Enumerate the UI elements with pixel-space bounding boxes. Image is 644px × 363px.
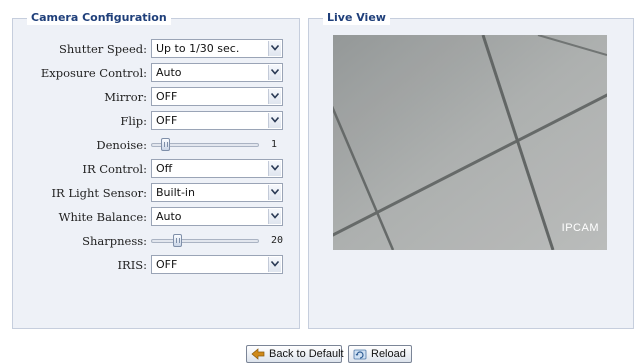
white-balance-label: White Balance: <box>58 210 147 224</box>
ir-control-row: IR Control: Off <box>13 159 299 179</box>
white-balance-row: White Balance: Auto <box>13 207 299 227</box>
exposure-select[interactable]: Auto <box>151 63 283 82</box>
live-video-feed: IPCAM <box>333 35 607 250</box>
mirror-selected-value: OFF <box>156 90 178 103</box>
ir-sensor-row: IR Light Sensor: Built-in <box>13 183 299 203</box>
chevron-down-icon[interactable] <box>268 161 281 176</box>
flip-label: Flip: <box>120 114 147 128</box>
chevron-down-icon[interactable] <box>268 89 281 104</box>
shutter-row: Shutter Speed: Up to 1/30 sec. <box>13 39 299 59</box>
mirror-row: Mirror: OFF <box>13 87 299 107</box>
denoise-value: 1 <box>271 139 278 150</box>
ir-sensor-selected-value: Built-in <box>156 186 195 199</box>
camera-frame-image <box>333 35 607 250</box>
camera-name-overlay: IPCAM <box>561 222 599 234</box>
camera-configuration-panel: Camera Configuration Shutter Speed: Up to… <box>12 11 300 329</box>
flip-row: Flip: OFF <box>13 111 299 131</box>
sharpness-value: 20 <box>271 235 284 246</box>
denoise-row: Denoise: 1 <box>13 135 299 155</box>
reload-label: Reload <box>371 348 406 360</box>
exposure-label: Exposure Control: <box>40 66 147 80</box>
chevron-down-icon[interactable] <box>268 113 281 128</box>
ir-sensor-select[interactable]: Built-in <box>151 183 283 202</box>
sharpness-row: Sharpness: 20 <box>13 231 299 251</box>
ir-control-selected-value: Off <box>156 162 173 175</box>
live-view-panel: Live View IPCAM <box>308 11 634 329</box>
white-balance-selected-value: Auto <box>156 210 182 223</box>
chevron-down-icon[interactable] <box>268 185 281 200</box>
chevron-down-icon[interactable] <box>268 65 281 80</box>
shutter-selected-value: Up to 1/30 sec. <box>156 42 240 55</box>
iris-select[interactable]: OFF <box>151 255 283 274</box>
mirror-label: Mirror: <box>104 90 147 104</box>
iris-row: IRIS: OFF <box>13 255 299 275</box>
iris-selected-value: OFF <box>156 258 178 271</box>
mirror-select[interactable]: OFF <box>151 87 283 106</box>
white-balance-select[interactable]: Auto <box>151 207 283 226</box>
live-view-title: Live View <box>323 11 390 25</box>
iris-label: IRIS: <box>117 258 148 272</box>
ir-control-select[interactable]: Off <box>151 159 283 178</box>
denoise-label: Denoise: <box>96 138 147 152</box>
sharpness-label: Sharpness: <box>82 234 147 248</box>
back-arrow-icon <box>251 348 265 360</box>
flip-select[interactable]: OFF <box>151 111 283 130</box>
denoise-slider-handle[interactable] <box>161 138 170 151</box>
sharpness-slider-track[interactable] <box>151 239 259 243</box>
back-to-default-label: Back to Default <box>269 348 344 360</box>
ir-sensor-label: IR Light Sensor: <box>51 186 147 200</box>
reload-button[interactable]: Reload <box>348 345 412 363</box>
back-to-default-button[interactable]: Back to Default <box>246 345 344 363</box>
chevron-down-icon[interactable] <box>268 257 281 272</box>
sharpness-slider[interactable]: 20 <box>151 231 291 251</box>
shutter-label: Shutter Speed: <box>59 42 147 56</box>
denoise-slider[interactable]: 1 <box>151 135 291 155</box>
exposure-selected-value: Auto <box>156 66 182 79</box>
shutter-select[interactable]: Up to 1/30 sec. <box>151 39 283 58</box>
reload-icon <box>353 349 367 360</box>
ir-control-label: IR Control: <box>82 162 147 176</box>
chevron-down-icon[interactable] <box>268 209 281 224</box>
chevron-down-icon[interactable] <box>268 41 281 56</box>
flip-selected-value: OFF <box>156 114 178 127</box>
sharpness-slider-handle[interactable] <box>173 234 182 247</box>
exposure-row: Exposure Control: Auto <box>13 63 299 83</box>
camera-configuration-title: Camera Configuration <box>27 11 171 25</box>
